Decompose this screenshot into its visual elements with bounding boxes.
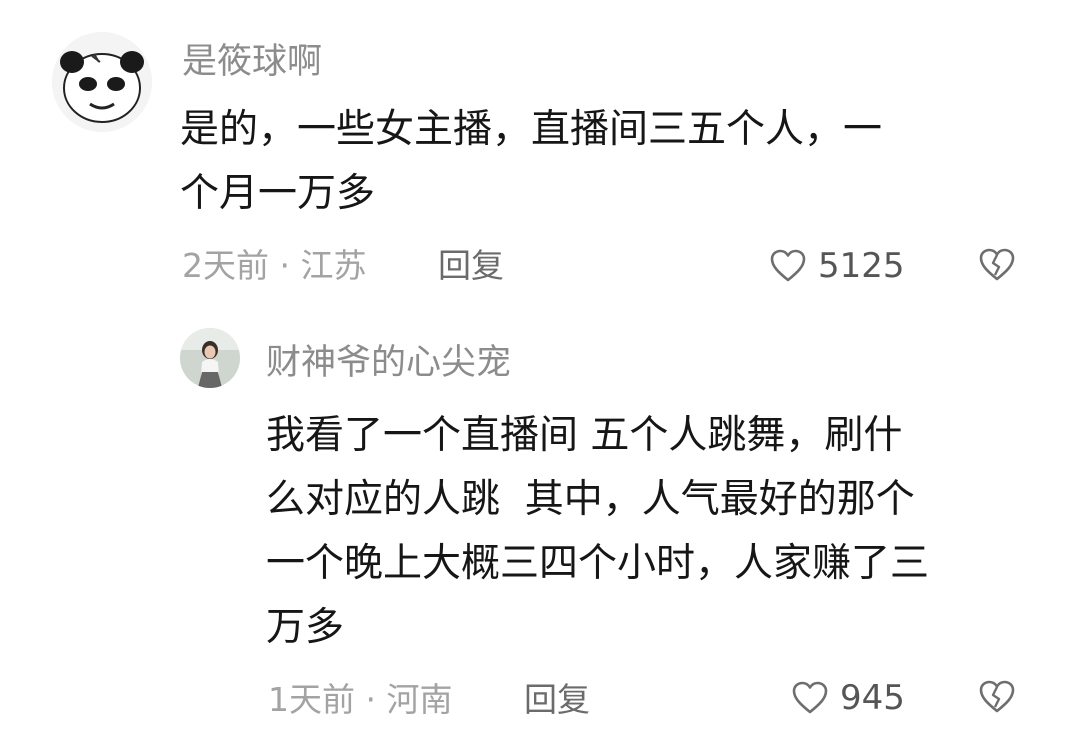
broken-heart-icon — [979, 248, 1015, 281]
comment-meta: 1天前 · 河南 — [268, 680, 453, 719]
like-count: 945 — [840, 678, 905, 718]
dislike-button[interactable] — [977, 677, 1019, 719]
broken-heart-icon — [979, 680, 1015, 713]
reply-button[interactable]: 回复 — [524, 680, 590, 720]
like-count: 5125 — [818, 246, 905, 286]
heart-icon — [770, 249, 806, 282]
avatar[interactable] — [180, 328, 240, 388]
heart-icon — [792, 681, 828, 714]
like-button[interactable]: 5125 — [768, 246, 905, 286]
avatar[interactable] — [52, 32, 152, 132]
like-button[interactable]: 945 — [790, 678, 905, 718]
photo-avatar-icon — [180, 328, 240, 388]
comment-text: 是的，一些女主播，直播间三五个人，一 个月一万多 — [180, 107, 883, 216]
reply-button[interactable]: 回复 — [438, 246, 504, 286]
username[interactable]: 是筱球啊 — [182, 42, 322, 82]
comment-text: 我看了一个直播间 五个人跳舞，刷什 么对应的人跳 其中，人气最好的那个 一个晚上… — [266, 413, 930, 650]
comment-meta: 2天前 · 江苏 — [182, 246, 367, 285]
panda-meme-avatar-icon — [52, 32, 152, 132]
dislike-button[interactable] — [977, 245, 1019, 287]
username[interactable]: 财神爷的心尖宠 — [266, 343, 511, 383]
